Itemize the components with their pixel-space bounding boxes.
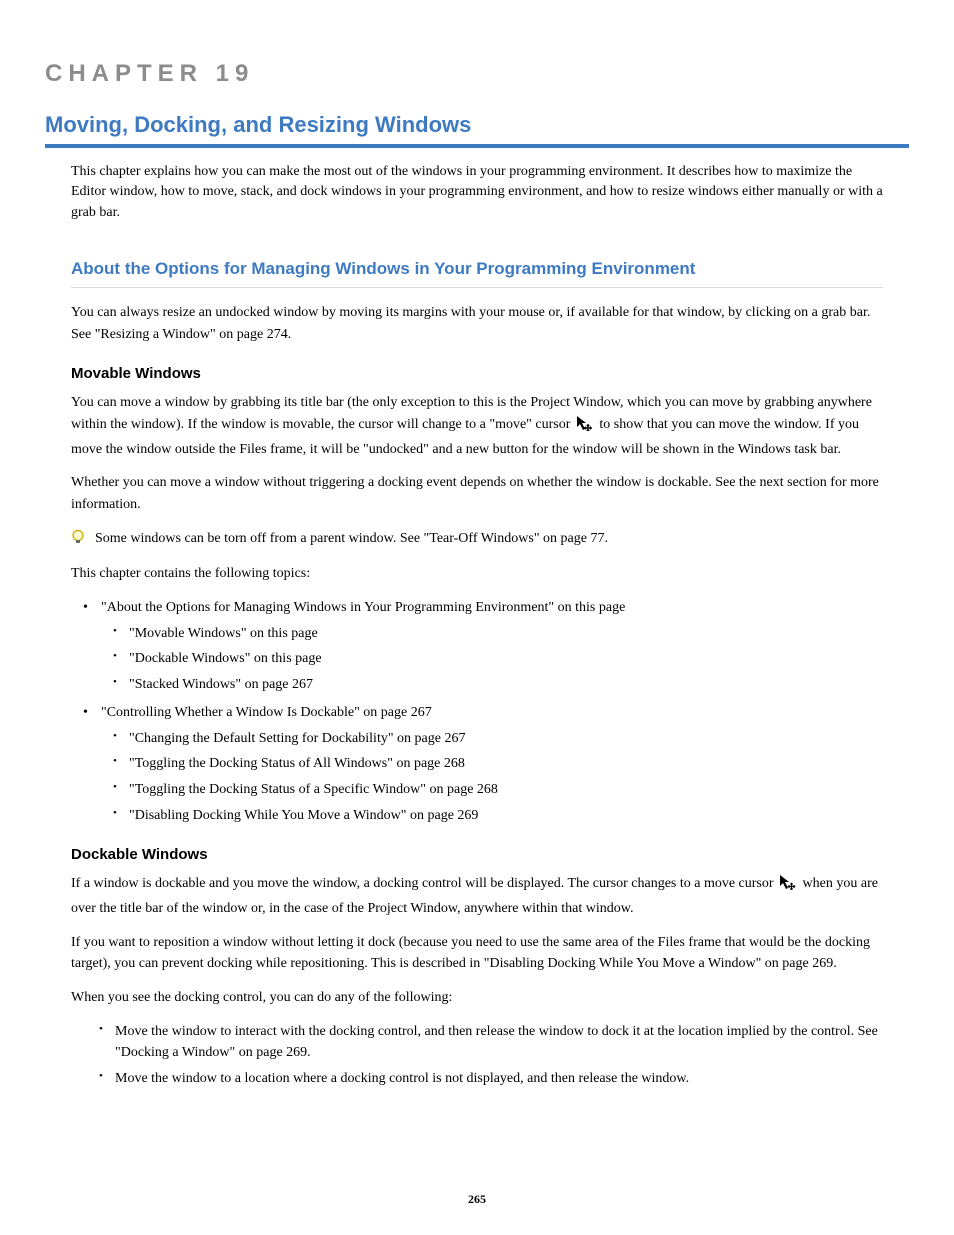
resize-paragraph: You can always resize an undocked window… — [71, 302, 883, 345]
sub-topic[interactable]: "Disabling Docking While You Move a Wind… — [113, 805, 883, 827]
resize-link[interactable]: "Resizing a Window" — [95, 327, 216, 342]
dockable-para-3: When you see the docking control, you ca… — [71, 987, 883, 1009]
dock-action-item: Move the window to a location where a do… — [99, 1068, 883, 1090]
section-title: About the Options for Managing Windows i… — [71, 259, 883, 288]
sub-topics-b: "Changing the Default Setting for Dockab… — [101, 728, 883, 827]
sub-topic[interactable]: "Toggling the Docking Status of a Specif… — [113, 779, 883, 801]
topic-item: "Controlling Whether a Window Is Dockabl… — [83, 702, 883, 826]
page-number: 265 — [0, 1192, 954, 1207]
body-column: This chapter explains how you can make t… — [45, 162, 909, 1090]
resize-text-3: on page 274. — [216, 327, 291, 342]
sub-topic[interactable]: "Stacked Windows" on page 267 — [113, 674, 883, 696]
tip-row: Some windows can be torn off from a pare… — [71, 528, 883, 550]
chapter-title: Moving, Docking, and Resizing Windows — [45, 112, 909, 138]
intro-paragraph: This chapter explains how you can make t… — [71, 162, 883, 223]
topics-list: "About the Options for Managing Windows … — [71, 597, 883, 826]
tip-lightbulb-icon — [71, 528, 85, 547]
movable-para-1: You can move a window by grabbing its ti… — [71, 392, 883, 460]
topic-item: "About the Options for Managing Windows … — [83, 597, 883, 696]
sub-topic[interactable]: "Dockable Windows" on this page — [113, 648, 883, 670]
topic-suffix: on — [558, 600, 576, 615]
sub-topic[interactable]: "Changing the Default Setting for Dockab… — [113, 728, 883, 750]
page: CHAPTER 19 Moving, Docking, and Resizing… — [0, 0, 954, 1235]
chapter-rule — [45, 144, 909, 148]
topic-link[interactable]: "About the Options for Managing Windows … — [101, 600, 554, 615]
sub-topic[interactable]: "Toggling the Docking Status of All Wind… — [113, 753, 883, 775]
topic-page: this page — [575, 600, 625, 615]
tip-text: Some windows can be torn off from a pare… — [95, 528, 608, 550]
dockable-para-1: If a window is dockable and you move the… — [71, 873, 883, 919]
move-cursor-icon — [576, 415, 594, 439]
sub-topics-a: "Movable Windows" on this page "Dockable… — [101, 623, 883, 696]
dockable-para-2: If you want to reposition a window witho… — [71, 932, 883, 975]
movable-para-2: Whether you can move a window without tr… — [71, 472, 883, 515]
dock-actions-list: Move the window to interact with the doc… — [71, 1021, 883, 1090]
dock-action-item: Move the window to interact with the doc… — [99, 1021, 883, 1064]
move-cursor-icon — [779, 874, 797, 898]
topic-link[interactable]: "Controlling Whether a Window Is Dockabl… — [101, 705, 432, 720]
dockable-subhead: Dockable Windows — [71, 846, 883, 863]
topics-intro: This chapter contains the following topi… — [71, 563, 883, 585]
movable-subhead: Movable Windows — [71, 365, 883, 382]
sub-topic[interactable]: "Movable Windows" on this page — [113, 623, 883, 645]
dockable-text-a: If a window is dockable and you move the… — [71, 876, 777, 891]
chapter-label: CHAPTER 19 — [45, 60, 909, 88]
